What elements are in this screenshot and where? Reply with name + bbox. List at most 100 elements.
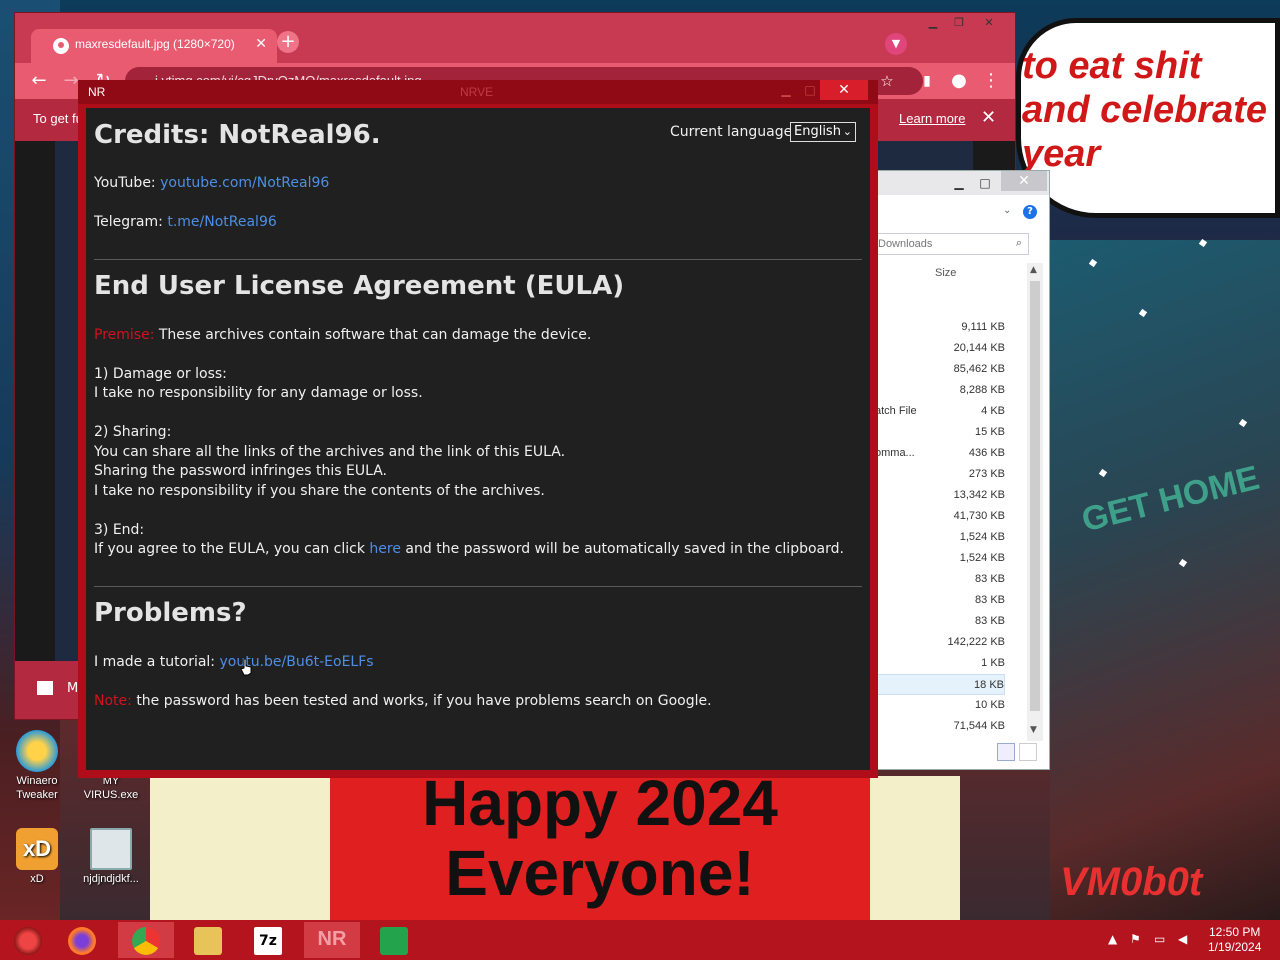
desktop-icon-xd[interactable]: xD xD [4, 828, 70, 886]
youtube-link[interactable]: youtube.com/NotReal96 [160, 175, 329, 191]
file-row[interactable]: 142,222 KB [875, 632, 1006, 653]
minimize-icon[interactable]: ▁ [919, 15, 947, 31]
tab-search-icon[interactable]: ▼ [885, 33, 907, 55]
tray-overflow-icon[interactable]: ▲ [1108, 932, 1117, 946]
restore-icon[interactable]: ❐ [945, 15, 973, 31]
telegram-line: Telegram: t.me/NotReal96 [94, 213, 277, 233]
divider [94, 259, 862, 260]
learn-more-link[interactable]: Learn more [899, 111, 965, 126]
chrome-tab-title: maxresdefault.jpg (1280×720) [75, 37, 235, 51]
menu-kebab-icon[interactable]: ⋮ [979, 69, 1003, 93]
clock-time: 12:50 PM [1209, 925, 1261, 939]
infobar-close-icon[interactable]: ✕ [981, 107, 996, 128]
file-row[interactable]: 1,524 KB [875, 527, 1005, 548]
profile-avatar-icon[interactable]: ● [947, 69, 971, 93]
file-row[interactable]: 20,144 KB [875, 338, 1005, 359]
taskbar-file-explorer[interactable] [180, 922, 236, 958]
details-view-icon[interactable] [997, 743, 1015, 761]
chrome-tab-favicon-icon [53, 38, 69, 54]
file-row[interactable]: 9,111 KB [875, 317, 1005, 338]
banner-line-2: Everyone! [445, 837, 755, 909]
file-row[interactable]: 18 KB [875, 674, 1005, 695]
taskbar-7zip[interactable]: 7z [240, 922, 296, 958]
close-icon[interactable]: ✕ [1001, 171, 1047, 191]
file-row[interactable]: 13,342 KB [875, 485, 1005, 506]
firefox-icon [68, 927, 96, 955]
chevron-down-icon[interactable]: ⌄ [1003, 205, 1011, 216]
new-tab-button[interactable]: + [277, 31, 299, 53]
note-label: Note: [94, 693, 132, 709]
agree-here-link[interactable]: here [369, 541, 401, 557]
taskbar-clock[interactable]: 12:50 PM 1/19/2024 [1208, 925, 1261, 955]
wallpaper-cream-right [870, 776, 960, 920]
large-icons-view-icon[interactable] [1019, 743, 1037, 761]
file-row[interactable]: 83 KB [875, 590, 1005, 611]
file-row[interactable]: 1 KB [875, 653, 1005, 674]
taskbar-firefox[interactable] [54, 922, 110, 958]
telegram-label: Telegram: [94, 214, 163, 230]
volume-icon[interactable]: ◀ [1178, 932, 1187, 946]
file-row[interactable]: 71,544 KB [875, 716, 1005, 737]
back-icon[interactable]: ← [27, 69, 51, 93]
file-size: 9,111 KB [961, 321, 1005, 333]
scroll-thumb[interactable] [1030, 281, 1040, 711]
file-row[interactable]: omma... 436 KB [875, 443, 1005, 464]
chrome-tab[interactable]: maxresdefault.jpg (1280×720) ✕ [31, 29, 277, 63]
file-name: atch File [875, 405, 917, 417]
winaero-icon [16, 730, 58, 772]
file-row[interactable]: 41,730 KB [875, 506, 1005, 527]
nr-close-button[interactable]: ✕ [820, 80, 868, 100]
explorer-titlebar: ▁ □ ✕ [875, 171, 1049, 195]
file-size: 1 KB [981, 657, 1005, 669]
file-size: 83 KB [975, 615, 1005, 627]
premise-text: These archives contain software that can… [158, 327, 592, 343]
taskbar-chrome[interactable] [118, 922, 174, 958]
maximize-icon[interactable]: □ [800, 83, 820, 101]
nr-dialog-window: NR NRVE ▁ □ ✕ Credits: NotReal96. Curren… [78, 80, 878, 778]
bookmark-star-icon[interactable]: ☆ [875, 69, 899, 93]
minimize-icon[interactable]: ▁ [947, 173, 971, 193]
file-row[interactable]: atch File 4 KB [875, 401, 1005, 422]
desktop-icon-label: Winaero Tweaker [16, 775, 58, 801]
file-row[interactable]: 10 KB [875, 695, 1005, 716]
taskbar-nr[interactable]: NR [304, 922, 360, 958]
vertical-scrollbar[interactable]: ▲ ▼ [1027, 263, 1043, 741]
close-tab-icon[interactable]: ✕ [255, 35, 267, 52]
chevron-down-icon: ⌄ [842, 125, 852, 138]
file-row[interactable]: 83 KB [875, 611, 1005, 632]
search-input[interactable]: Downloads ⌕ [875, 233, 1029, 255]
nr-ghost-title: NRVE [460, 85, 494, 99]
file-size: 18 KB [974, 679, 1004, 691]
section-3-post: and the password will be automatically s… [405, 541, 844, 557]
file-row[interactable]: 8,288 KB [875, 380, 1005, 401]
flag-icon[interactable]: ⚑ [1130, 932, 1141, 946]
close-icon[interactable]: ✕ [975, 15, 1003, 31]
section-2-line-3: I take no responsibility if you share th… [94, 483, 545, 499]
nr-content: Credits: NotReal96. Current language: En… [86, 108, 870, 770]
side-panel-icon[interactable]: ▮ [915, 69, 939, 93]
help-icon[interactable]: ? [1023, 205, 1037, 219]
file-row[interactable]: 85,462 KB [875, 359, 1005, 380]
file-size: 10 KB [975, 699, 1005, 711]
desktop-icon-winaero[interactable]: Winaero Tweaker [4, 730, 70, 802]
chrome-icon [132, 927, 160, 955]
scroll-up-icon[interactable]: ▲ [1030, 265, 1037, 275]
minimize-icon[interactable]: ▁ [776, 83, 796, 101]
start-button[interactable] [0, 922, 56, 958]
desktop-icon-njdjnd[interactable]: njdjndjdkf... [78, 828, 144, 886]
language-select[interactable]: English ⌄ [790, 122, 856, 142]
file-row[interactable]: 1,524 KB [875, 548, 1005, 569]
nr-window-title: NR [88, 85, 106, 99]
file-row[interactable]: 273 KB [875, 464, 1005, 485]
language-value: English [794, 124, 841, 139]
file-row[interactable]: 83 KB [875, 569, 1005, 590]
scroll-down-icon[interactable]: ▼ [1030, 725, 1037, 735]
network-icon[interactable]: ▭ [1154, 932, 1165, 946]
section-1-title: 1) Damage or loss: [94, 366, 227, 382]
file-explorer-window: ▁ □ ✕ ⌄ ? Downloads ⌕ Size 9,111 KB 20,14… [874, 170, 1050, 770]
taskbar-store[interactable] [366, 922, 422, 958]
file-row[interactable]: 15 KB [875, 422, 1005, 443]
size-column-header[interactable]: Size [935, 267, 956, 279]
telegram-link[interactable]: t.me/NotReal96 [167, 214, 276, 230]
maximize-icon[interactable]: □ [973, 173, 997, 193]
